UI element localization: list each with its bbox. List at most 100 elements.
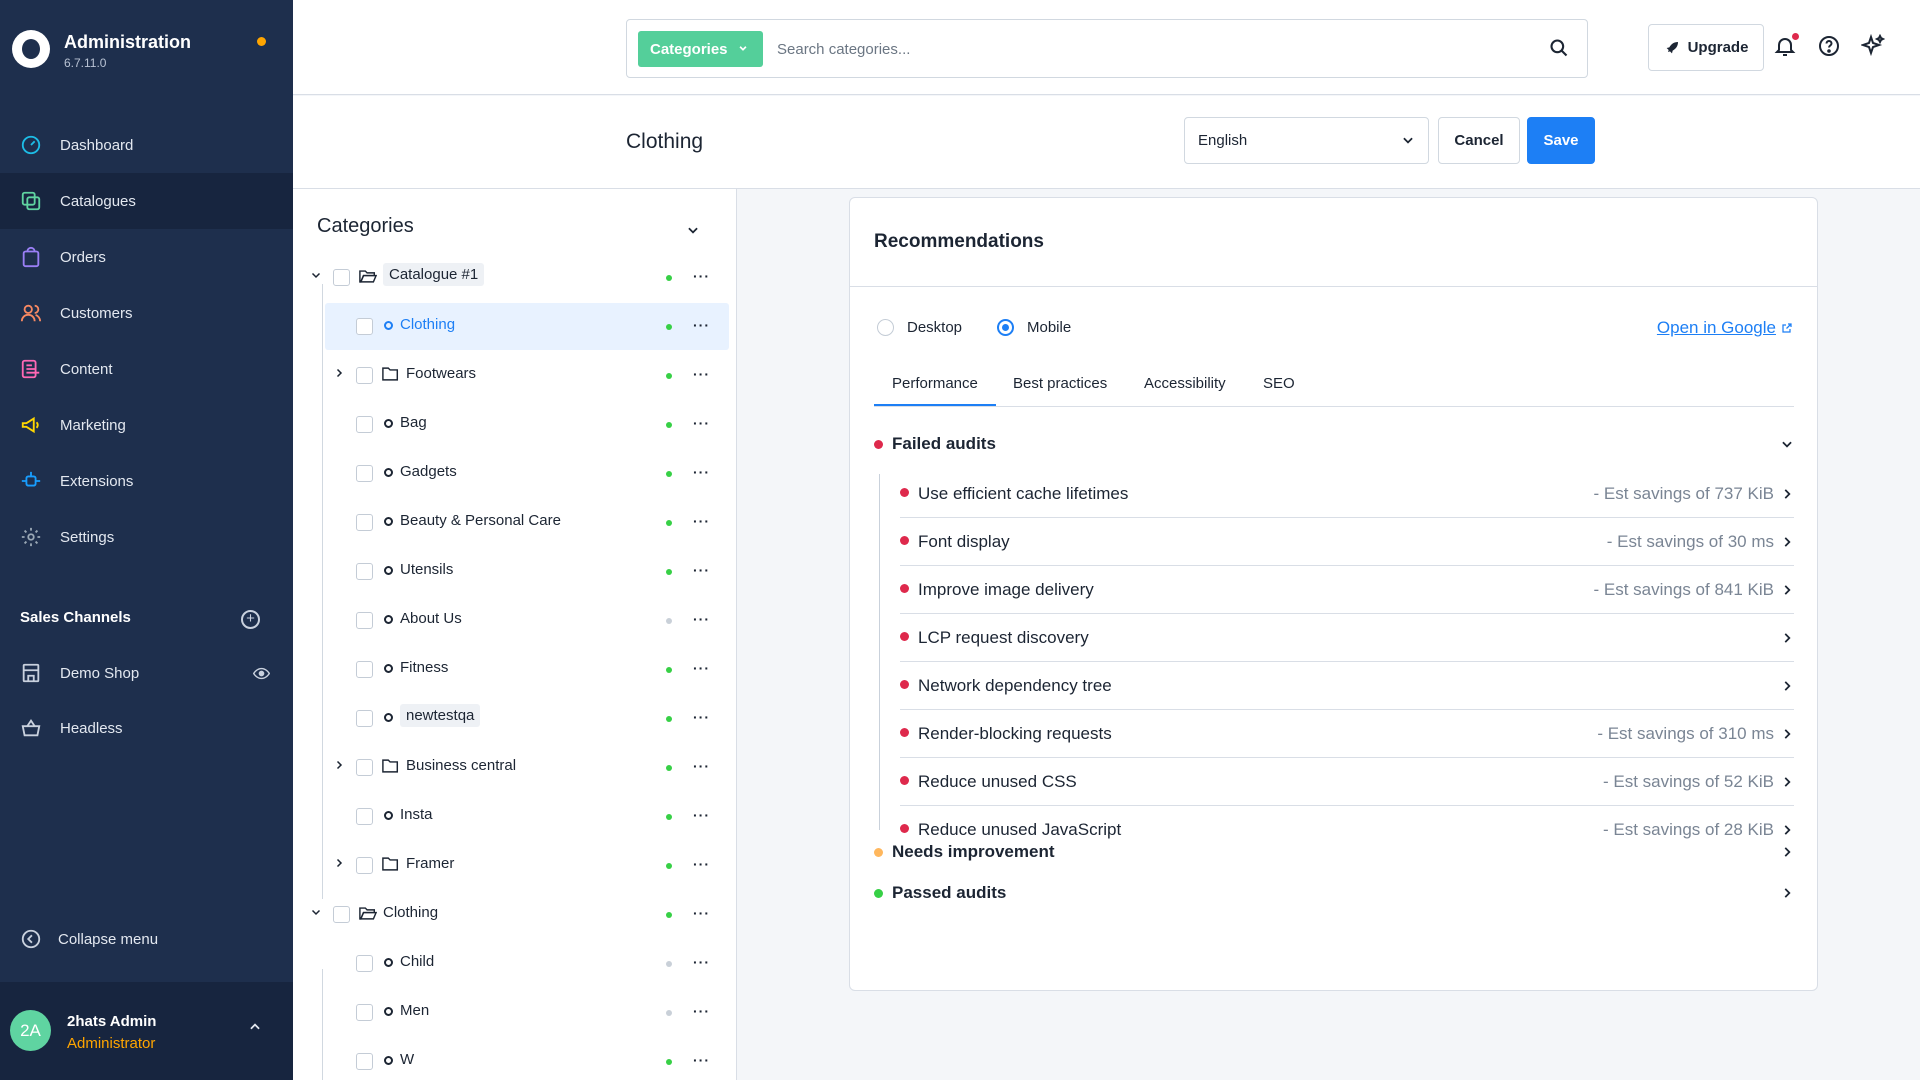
status-dot	[666, 863, 672, 869]
more-options-icon[interactable]: ···	[693, 954, 710, 970]
tree-row[interactable]: Clothing ···	[293, 303, 736, 350]
user-menu[interactable]: 2A 2hats Admin Administrator	[0, 982, 293, 1080]
tree-row[interactable]: newtestqa ···	[293, 695, 736, 742]
tree-checkbox[interactable]	[333, 906, 350, 923]
tree-row[interactable]: About Us ···	[293, 597, 736, 644]
tree-checkbox[interactable]	[356, 710, 373, 727]
more-options-icon[interactable]: ···	[693, 611, 710, 627]
more-options-icon[interactable]: ···	[693, 709, 710, 725]
audit-item[interactable]: LCP request discovery	[900, 614, 1794, 662]
tree-checkbox[interactable]	[356, 318, 373, 335]
tab-performance[interactable]: Performance	[892, 375, 978, 392]
tree-row[interactable]: Insta ···	[293, 793, 736, 840]
nav-item-orders[interactable]: Orders	[0, 229, 293, 285]
chevron-right-icon[interactable]	[333, 758, 347, 772]
audit-item[interactable]: Reduce unused CSS - Est savings of 52 KiB	[900, 758, 1794, 806]
more-options-icon[interactable]: ···	[693, 562, 710, 578]
audit-item[interactable]: Font display - Est savings of 30 ms	[900, 518, 1794, 566]
tree-row[interactable]: Bag ···	[293, 401, 736, 448]
more-options-icon[interactable]: ···	[693, 905, 710, 921]
nav-item-extensions[interactable]: Extensions	[0, 453, 293, 509]
tree-checkbox[interactable]	[356, 808, 373, 825]
tab-accessibility[interactable]: Accessibility	[1144, 375, 1226, 392]
chevron-down-icon[interactable]	[310, 268, 324, 282]
search-type-select[interactable]: Categories	[638, 31, 763, 67]
chevron-right-icon[interactable]	[333, 366, 347, 380]
search-input[interactable]	[777, 34, 1537, 64]
tree-row[interactable]: Footwears ···	[293, 352, 736, 399]
tree-checkbox[interactable]	[356, 955, 373, 972]
more-options-icon[interactable]: ···	[693, 366, 710, 382]
search-icon[interactable]	[1549, 38, 1571, 60]
chevron-down-icon[interactable]	[310, 905, 324, 919]
add-sales-channel-icon[interactable]: +	[241, 610, 260, 629]
more-options-icon[interactable]: ···	[693, 856, 710, 872]
nav-item-content[interactable]: Content	[0, 341, 293, 397]
audit-item[interactable]: Improve image delivery - Est savings of 8…	[900, 566, 1794, 614]
passed-audits-header[interactable]: Passed audits	[874, 882, 1794, 908]
tree-checkbox[interactable]	[356, 612, 373, 629]
nav-item-dashboard[interactable]: Dashboard	[0, 117, 293, 173]
eye-icon[interactable]	[252, 665, 271, 686]
tree-checkbox[interactable]	[356, 857, 373, 874]
more-options-icon[interactable]: ···	[693, 268, 710, 284]
more-options-icon[interactable]: ···	[693, 807, 710, 823]
chevron-down-icon[interactable]	[686, 223, 700, 242]
more-options-icon[interactable]: ···	[693, 415, 710, 431]
tree-checkbox[interactable]	[356, 661, 373, 678]
tree-row[interactable]: Gadgets ···	[293, 450, 736, 497]
more-options-icon[interactable]: ···	[693, 464, 710, 480]
tree-checkbox[interactable]	[333, 269, 350, 286]
tree-row[interactable]: Men ···	[293, 989, 736, 1036]
help-icon[interactable]	[1817, 34, 1843, 60]
tree-checkbox[interactable]	[356, 367, 373, 384]
tree-row[interactable]: Business central ···	[293, 744, 736, 791]
tree-checkbox[interactable]	[356, 1004, 373, 1021]
save-button[interactable]: Save	[1527, 117, 1595, 164]
more-options-icon[interactable]: ···	[693, 1052, 710, 1068]
more-options-icon[interactable]: ···	[693, 758, 710, 774]
audit-item[interactable]: Use efficient cache lifetimes - Est savin…	[900, 470, 1794, 518]
upgrade-button[interactable]: Upgrade	[1648, 24, 1764, 71]
sparkle-ai-icon[interactable]	[1859, 33, 1887, 60]
tree-row[interactable]: Catalogue #1 ···	[293, 254, 736, 301]
nav-item-settings[interactable]: Settings	[0, 509, 293, 565]
tree-checkbox[interactable]	[356, 465, 373, 482]
collapse-menu[interactable]: Collapse menu	[20, 928, 158, 950]
sales-channel-headless[interactable]: Headless	[20, 713, 270, 743]
nav-item-catalogues[interactable]: Catalogues	[0, 173, 293, 229]
tree-row[interactable]: Clothing ···	[293, 891, 736, 938]
radio-desktop[interactable]: Desktop	[877, 319, 962, 336]
tree-checkbox[interactable]	[356, 759, 373, 776]
tree-checkbox[interactable]	[356, 1053, 373, 1070]
tree-row[interactable]: Framer ···	[293, 842, 736, 889]
tree-row[interactable]: Beauty & Personal Care ···	[293, 499, 736, 546]
language-select[interactable]: English	[1184, 117, 1429, 164]
more-options-icon[interactable]: ···	[693, 513, 710, 529]
sales-channel-demo-shop[interactable]: Demo Shop	[20, 658, 271, 688]
chevron-up-icon[interactable]	[248, 1020, 262, 1039]
open-in-google-link[interactable]: Open in Google	[1657, 318, 1793, 338]
audit-item[interactable]: Render-blocking requests - Est savings of…	[900, 710, 1794, 758]
tree-row[interactable]: Child ···	[293, 940, 736, 987]
tab-seo[interactable]: SEO	[1263, 375, 1295, 392]
nav-item-customers[interactable]: Customers	[0, 285, 293, 341]
chevron-right-icon[interactable]	[333, 856, 347, 870]
tree-checkbox[interactable]	[356, 416, 373, 433]
radio-mobile[interactable]: Mobile	[997, 319, 1071, 336]
tree-row[interactable]: Utensils ···	[293, 548, 736, 595]
more-options-icon[interactable]: ···	[693, 1003, 710, 1019]
failed-audits-header[interactable]: Failed audits	[874, 433, 1794, 459]
tree-row[interactable]: Fitness ···	[293, 646, 736, 693]
tree-row[interactable]: W ···	[293, 1038, 736, 1080]
needs-improvement-header[interactable]: Needs improvement	[874, 841, 1794, 867]
cancel-button[interactable]: Cancel	[1438, 117, 1520, 164]
brand[interactable]: Administration 6.7.11.0	[12, 28, 282, 80]
audit-item[interactable]: Network dependency tree	[900, 662, 1794, 710]
nav-item-marketing[interactable]: Marketing	[0, 397, 293, 453]
tab-best-practices[interactable]: Best practices	[1013, 375, 1107, 392]
tree-checkbox[interactable]	[356, 563, 373, 580]
tree-checkbox[interactable]	[356, 514, 373, 531]
more-options-icon[interactable]: ···	[693, 317, 710, 333]
more-options-icon[interactable]: ···	[693, 660, 710, 676]
